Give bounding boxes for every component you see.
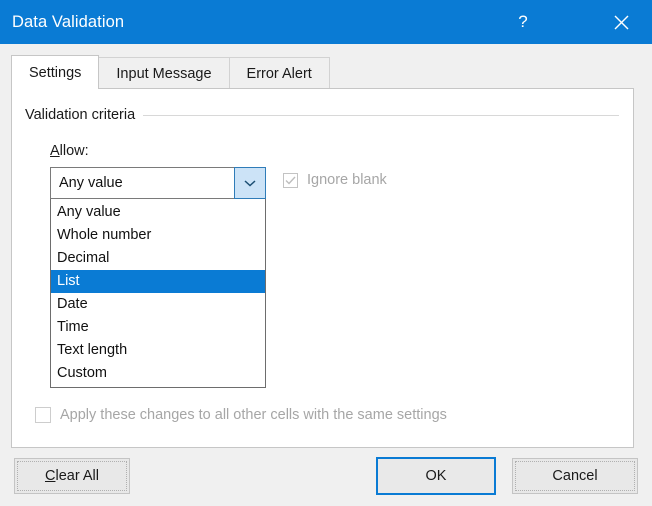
dropdown-option-custom[interactable]: Custom (51, 362, 265, 385)
ignore-blank-checkbox-box[interactable] (283, 173, 298, 188)
dropdown-option-any-value[interactable]: Any value (51, 201, 265, 224)
dialog-title: Data Validation (12, 13, 500, 32)
dropdown-option-list[interactable]: List (51, 270, 265, 293)
ok-button[interactable]: OK (376, 457, 496, 495)
allow-label-rest: llow: (60, 143, 89, 159)
apply-all-label: Apply these changes to all other cells w… (60, 407, 447, 423)
allow-label-accelerator: A (50, 143, 60, 159)
cancel-button[interactable]: Cancel (512, 458, 638, 494)
group-divider (143, 115, 619, 116)
clear-all-label-rest: lear All (55, 468, 99, 484)
ok-button-label: OK (426, 468, 447, 484)
checkmark-icon (285, 176, 296, 185)
dropdown-option-text-length[interactable]: Text length (51, 339, 265, 362)
help-button[interactable]: ? (500, 0, 546, 44)
ignore-blank-label: Ignore blank (307, 172, 387, 188)
title-bar: Data Validation ? (0, 0, 652, 44)
dropdown-option-whole-number[interactable]: Whole number (51, 224, 265, 247)
question-mark-icon: ? (518, 12, 527, 32)
cancel-button-label: Cancel (552, 468, 597, 484)
data-validation-dialog: Data Validation ? Settings Input Message… (0, 0, 652, 506)
tab-input-message[interactable]: Input Message (98, 57, 229, 89)
tab-error-alert-label: Error Alert (247, 66, 312, 82)
dropdown-option-time[interactable]: Time (51, 316, 265, 339)
clear-all-accelerator: C (45, 468, 55, 484)
tab-error-alert[interactable]: Error Alert (229, 57, 330, 89)
validation-criteria-group: Validation criteria (25, 107, 619, 123)
allow-label: Allow: (50, 143, 89, 159)
tab-settings[interactable]: Settings (11, 55, 99, 89)
clear-all-label: Clear All (45, 468, 99, 484)
close-button[interactable] (598, 0, 644, 44)
allow-dropdown-list[interactable]: Any value Whole number Decimal List Date… (50, 199, 266, 388)
clear-all-button[interactable]: Clear All (14, 458, 130, 494)
chevron-down-icon[interactable] (234, 167, 266, 199)
dropdown-option-decimal[interactable]: Decimal (51, 247, 265, 270)
dropdown-option-date[interactable]: Date (51, 293, 265, 316)
settings-tab-panel: Validation criteria Allow: Any value Any… (11, 88, 634, 448)
allow-combobox-value: Any value (51, 168, 234, 198)
tab-input-message-label: Input Message (116, 66, 211, 82)
apply-all-checkbox-box[interactable] (35, 407, 51, 423)
tab-strip: Settings Input Message Error Alert (11, 55, 634, 89)
tab-settings-label: Settings (29, 65, 81, 81)
allow-combobox[interactable]: Any value (50, 167, 266, 199)
validation-criteria-label: Validation criteria (25, 107, 143, 123)
apply-all-checkbox[interactable]: Apply these changes to all other cells w… (35, 407, 447, 423)
ignore-blank-checkbox[interactable]: Ignore blank (283, 172, 387, 188)
close-icon (613, 14, 630, 31)
